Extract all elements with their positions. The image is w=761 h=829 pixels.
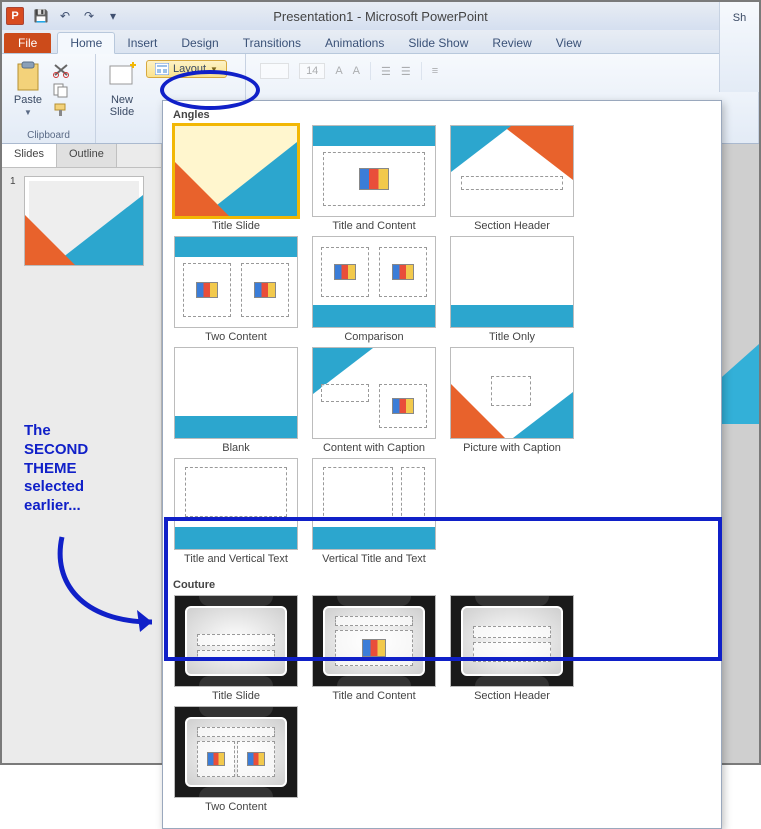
group-clipboard: Paste ▼ Clipboard [2,54,96,143]
gallery-group-angles: Angles [171,105,713,125]
gallery-caption: Section Header [474,687,550,702]
gallery-caption: Comparison [344,328,403,343]
layout-couture-title-slide[interactable]: Title Slide [171,595,301,706]
layout-title-only[interactable]: Title Only [447,236,577,347]
layout-couture-title-and-content[interactable]: Title and Content [309,595,439,706]
bullets-icon[interactable]: ☰ [381,65,391,78]
gallery-caption: Title Slide [212,217,260,232]
copy-icon[interactable] [52,82,70,98]
layout-section-header[interactable]: Section Header [447,125,577,236]
layout-vertical-title-and-text[interactable]: Vertical Title and Text [309,458,439,569]
tab-review[interactable]: Review [480,33,543,53]
gallery-caption: Title Only [489,328,535,343]
cut-icon[interactable] [52,62,70,78]
annotation-text: TheSECONDTHEMEselectedearlier... [24,422,144,516]
layout-couture-two-content[interactable]: Two Content [171,706,301,817]
grow-font-icon[interactable]: A [335,65,342,77]
tab-slideshow[interactable]: Slide Show [396,33,480,53]
gallery-group-couture: Couture [171,575,713,595]
font-combo[interactable] [260,63,289,79]
title-bar: P 💾 ↶ ↷ ▾ Presentation1 - Microsoft Powe… [2,2,759,30]
new-slide-button[interactable]: New Slide [104,58,140,120]
layout-title-slide[interactable]: Title Slide [171,125,301,236]
font-size-combo[interactable]: 14 [299,63,325,79]
tab-home[interactable]: Home [57,32,115,54]
tab-file[interactable]: File [4,33,51,53]
quick-access-toolbar: 💾 ↶ ↷ ▾ [32,7,122,25]
layout-title-and-content[interactable]: Title and Content [309,125,439,236]
gallery-caption: Section Header [474,217,550,232]
slide-thumbnail[interactable] [24,176,144,266]
tab-view[interactable]: View [544,33,594,53]
gallery-caption: Content with Caption [323,439,425,454]
paste-more-icon[interactable]: ▼ [24,108,32,117]
layout-icon [155,63,169,75]
app-icon: P [6,7,24,25]
panel-tab-slides[interactable]: Slides [2,144,57,167]
panel-tab-outline[interactable]: Outline [57,144,117,167]
new-slide-icon [106,60,138,92]
align-icon[interactable]: ≡ [432,65,438,77]
layout-picture-with-caption[interactable]: Picture with Caption [447,347,577,458]
undo-icon[interactable]: ↶ [56,7,74,25]
group-label-clipboard: Clipboard [10,128,87,141]
shrink-font-icon[interactable]: A [353,65,360,77]
ribbon-tabstrip: File Home Insert Design Transitions Anim… [2,30,759,54]
group-share-cut: Sh [719,2,759,92]
layout-couture-section-header[interactable]: Section Header [447,595,577,706]
gallery-caption: Title and Content [332,687,415,702]
layout-comparison[interactable]: Comparison [309,236,439,347]
gallery-caption: Two Content [205,798,267,813]
gallery-caption: Title Slide [212,687,260,702]
new-slide-label: New Slide [110,94,134,118]
layout-button[interactable]: Layout ▼ [146,60,227,78]
layout-two-content[interactable]: Two Content [171,236,301,347]
gallery-caption: Title and Content [332,217,415,232]
gallery-caption: Title and Vertical Text [184,550,288,565]
slide-number: 1 [10,176,16,187]
layout-content-with-caption[interactable]: Content with Caption [309,347,439,458]
qat-more-icon[interactable]: ▾ [104,7,122,25]
gallery-caption: Two Content [205,328,267,343]
gallery-caption: Picture with Caption [463,439,561,454]
layout-title-and-vertical-text[interactable]: Title and Vertical Text [171,458,301,569]
paste-icon [12,60,44,92]
gallery-caption: Blank [222,439,250,454]
layout-gallery: Angles Title Slide Title and Content Sec… [162,100,722,829]
gallery-caption: Vertical Title and Text [322,550,426,565]
format-painter-icon[interactable] [52,102,70,118]
numbering-icon[interactable]: ☰ [401,65,411,78]
tab-design[interactable]: Design [169,33,230,53]
layout-blank[interactable]: Blank [171,347,301,458]
tab-animations[interactable]: Animations [313,33,396,53]
tab-transitions[interactable]: Transitions [231,33,313,53]
chevron-down-icon: ▼ [210,65,218,74]
paste-label: Paste [14,94,42,106]
paste-button[interactable]: Paste ▼ [10,58,46,119]
save-icon[interactable]: 💾 [32,7,50,25]
redo-icon[interactable]: ↷ [80,7,98,25]
tab-insert[interactable]: Insert [115,33,169,53]
layout-label: Layout [173,63,206,75]
